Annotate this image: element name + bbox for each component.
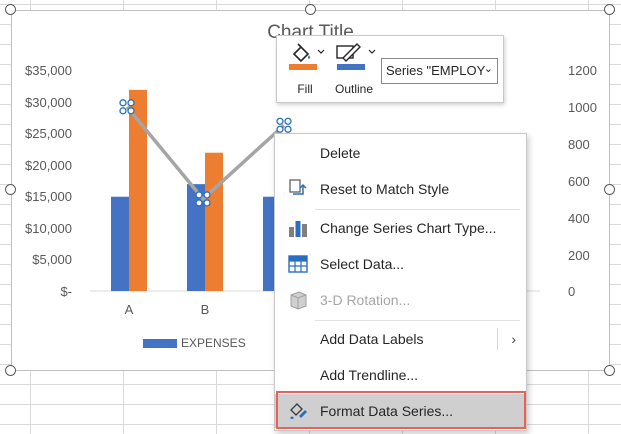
menu-separator <box>315 209 520 210</box>
menu-item-select-data[interactable]: Select Data... <box>275 247 526 281</box>
menu-item-label: Add Trendline... <box>320 367 419 383</box>
legend-swatch-expenses <box>143 338 177 348</box>
menu-item-add-data-labels[interactable]: Add Data Labels › <box>275 322 526 356</box>
selection-dot <box>195 199 203 207</box>
context-menu: Delete Reset to Match Style Change Serie… <box>274 133 527 431</box>
chart-type-icon <box>289 221 307 237</box>
selection-dot <box>284 117 292 125</box>
menu-item-label: 3-D Rotation... <box>320 292 411 308</box>
selection-dot <box>284 125 292 133</box>
selection-dot <box>119 99 127 107</box>
outline-label: Outline <box>334 82 374 96</box>
menu-item-reset-to-match-style[interactable]: Reset to Match Style <box>275 172 526 206</box>
chevron-right-icon[interactable]: › <box>511 331 516 347</box>
selection-dot <box>276 117 284 125</box>
menu-item-label: Add Data Labels <box>320 331 424 347</box>
selection-dot <box>203 191 211 199</box>
reset-style-icon <box>289 179 307 195</box>
menu-item-change-series-chart-type[interactable]: Change Series Chart Type... <box>275 211 526 245</box>
selection-dot <box>119 107 127 115</box>
submenu-divider <box>497 328 498 350</box>
outline-button[interactable]: Outline <box>329 42 379 96</box>
menu-item-label: Change Series Chart Type... <box>320 220 497 236</box>
menu-item-delete[interactable]: Delete <box>275 136 526 170</box>
bar-series2[interactable] <box>205 152 223 291</box>
selection-dot <box>195 191 203 199</box>
selection-dot <box>276 125 284 133</box>
menu-item-3d-rotation: 3-D Rotation... <box>275 283 526 317</box>
pen-outline-icon <box>336 43 376 70</box>
selection-dot <box>203 199 211 207</box>
highlight-annotation-box <box>276 391 526 429</box>
fill-label: Fill <box>297 82 313 96</box>
selection-dot <box>127 107 135 115</box>
menu-item-add-trendline[interactable]: Add Trendline... <box>275 358 526 392</box>
select-data-icon <box>288 255 308 273</box>
mini-toolbar: Fill Outline Series "EMPLOY ⌄ <box>276 35 504 103</box>
selection-dot <box>127 99 135 107</box>
series-select-value: Series "EMPLOY <box>386 63 486 78</box>
chevron-down-icon: ⌄ <box>483 63 493 75</box>
paint-bucket-icon <box>289 43 325 70</box>
menu-separator <box>315 320 520 321</box>
3d-rotation-icon <box>290 291 307 310</box>
bar-expenses[interactable] <box>111 196 129 291</box>
menu-item-label: Delete <box>320 145 361 161</box>
fill-button[interactable]: Fill <box>285 42 325 96</box>
legend-label-expenses: EXPENSES <box>181 336 246 350</box>
menu-item-label: Select Data... <box>320 256 405 272</box>
menu-item-label: Reset to Match Style <box>320 181 450 197</box>
series-select-dropdown[interactable]: Series "EMPLOY ⌄ <box>381 58 498 84</box>
